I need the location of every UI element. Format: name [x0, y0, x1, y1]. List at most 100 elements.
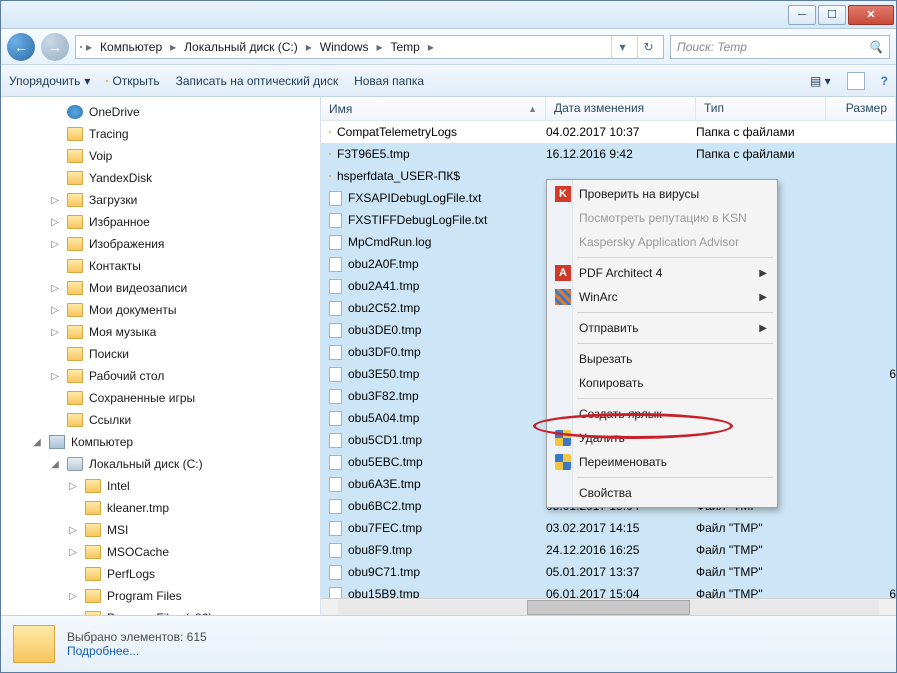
breadcrumb-seg[interactable]: Windows — [316, 38, 373, 56]
menu-item[interactable]: Переименовать — [549, 450, 775, 474]
file-row[interactable]: obu8F9.tmp24.12.2016 16:25Файл "TMP" — [321, 539, 896, 561]
organize-button[interactable]: Упорядочить ▾ — [9, 74, 90, 88]
menu-item[interactable]: Удалить — [549, 426, 775, 450]
tree-node[interactable]: YandexDisk — [29, 167, 320, 189]
chevron-down-icon: ▾ — [84, 74, 90, 88]
context-menu[interactable]: KПроверить на вирусыПосмотреть репутацию… — [546, 179, 778, 508]
refresh-button[interactable]: ↻ — [637, 36, 659, 58]
expand-icon[interactable]: ▷ — [67, 481, 79, 492]
search-input[interactable]: Поиск: Temp 🔍 — [670, 35, 890, 59]
tree-node[interactable]: ▷Моя музыка — [29, 321, 320, 343]
expand-icon[interactable]: ▷ — [49, 195, 61, 206]
tree-node[interactable]: ▷Рабочий стол — [29, 365, 320, 387]
tree-node[interactable]: ◢Локальный диск (C:) — [29, 453, 320, 475]
expand-icon[interactable]: ▷ — [49, 371, 61, 382]
menu-item[interactable]: Свойства — [549, 481, 775, 505]
view-options-button[interactable]: ▤ ▾ — [810, 74, 831, 88]
expand-icon[interactable]: ▷ — [67, 547, 79, 558]
menu-item[interactable]: Отправить▶ — [549, 316, 775, 340]
tree-node[interactable]: ◢Компьютер — [29, 431, 320, 453]
col-size[interactable]: Размер — [826, 97, 896, 120]
expand-icon[interactable]: ▷ — [67, 591, 79, 602]
preview-pane-button[interactable] — [847, 72, 865, 90]
scroll-thumb[interactable] — [527, 600, 689, 615]
expand-icon[interactable]: ▷ — [49, 327, 61, 338]
expand-icon[interactable]: ▷ — [49, 217, 61, 228]
expand-icon[interactable]: ◢ — [31, 437, 43, 448]
menu-item[interactable]: Создать ярлык — [549, 402, 775, 426]
tree-node[interactable]: Tracing — [29, 123, 320, 145]
back-button[interactable]: ← — [7, 33, 35, 61]
tree-label: Сохраненные игры — [89, 391, 195, 405]
h-scrollbar[interactable] — [321, 598, 896, 615]
tree-label: PerfLogs — [107, 567, 155, 581]
tree-node[interactable]: kleaner.tmp — [29, 497, 320, 519]
menu-label: Удалить — [579, 431, 625, 445]
tree-node[interactable]: ▷MSOCache — [29, 541, 320, 563]
navbar: ← → ▸ Компьютер ▸ Локальный диск (C:) ▸ … — [1, 29, 896, 65]
tree-node[interactable]: Поиски — [29, 343, 320, 365]
chevron-right-icon[interactable]: ▸ — [376, 40, 382, 54]
tree-node[interactable]: Voip — [29, 145, 320, 167]
help-button[interactable]: ? — [881, 74, 888, 88]
expand-icon[interactable]: ◢ — [49, 459, 61, 470]
chevron-right-icon[interactable]: ▸ — [306, 40, 312, 54]
tree-node[interactable]: ▷Загрузки — [29, 189, 320, 211]
status-more-link[interactable]: Подробнее... — [67, 644, 207, 658]
tree-node[interactable]: ▷Мои документы — [29, 299, 320, 321]
new-folder-button[interactable]: Новая папка — [354, 74, 424, 88]
tree-node[interactable]: ▷MSI — [29, 519, 320, 541]
forward-button[interactable]: → — [41, 33, 69, 61]
file-icon — [329, 543, 342, 558]
column-headers[interactable]: Имя▲ Дата изменения Тип Размер — [321, 97, 896, 121]
col-name[interactable]: Имя▲ — [321, 97, 546, 120]
expand-icon[interactable]: ▷ — [49, 239, 61, 250]
file-row[interactable]: obu15B9.tmp06.01.2017 15:04Файл "TMP"6 — [321, 583, 896, 598]
file-row[interactable]: CompatTelemetryLogs04.02.2017 10:37Папка… — [321, 121, 896, 143]
burn-button[interactable]: Записать на оптический диск — [176, 74, 339, 88]
tree-node[interactable]: ▷Program Files (x86) — [29, 607, 320, 615]
menu-item[interactable]: APDF Architect 4▶ — [549, 261, 775, 285]
open-button[interactable]: Открыть — [106, 74, 159, 88]
close-button[interactable]: ✕ — [848, 5, 894, 25]
chevron-right-icon[interactable]: ▸ — [170, 40, 176, 54]
folder-icon — [329, 131, 331, 133]
file-row[interactable]: obu9C71.tmp05.01.2017 13:37Файл "TMP" — [321, 561, 896, 583]
minimize-button[interactable]: ─ — [788, 5, 816, 25]
addr-dropdown-button[interactable]: ▾ — [611, 36, 633, 58]
tree-node[interactable]: ▷Intel — [29, 475, 320, 497]
folder-tree[interactable]: OneDriveTracingVoipYandexDisk▷Загрузки▷И… — [1, 97, 321, 615]
chevron-right-icon[interactable]: ▸ — [86, 40, 92, 54]
tree-node[interactable]: PerfLogs — [29, 563, 320, 585]
col-date[interactable]: Дата изменения — [546, 97, 696, 120]
address-bar[interactable]: ▸ Компьютер ▸ Локальный диск (C:) ▸ Wind… — [75, 35, 664, 59]
file-row[interactable]: obu7FEC.tmp03.02.2017 14:15Файл "TMP" — [321, 517, 896, 539]
breadcrumb-seg[interactable]: Компьютер — [96, 38, 166, 56]
tree-node[interactable]: ▷Изображения — [29, 233, 320, 255]
menu-item[interactable]: KПроверить на вирусы — [549, 182, 775, 206]
expand-icon[interactable]: ▷ — [49, 305, 61, 316]
tree-node[interactable]: Ссылки — [29, 409, 320, 431]
tree-node[interactable]: ▷Мои видеозаписи — [29, 277, 320, 299]
menu-item[interactable]: Копировать — [549, 371, 775, 395]
kaspersky-icon: K — [555, 186, 571, 202]
tree-node[interactable]: ▷Program Files — [29, 585, 320, 607]
folder-icon — [85, 545, 101, 559]
breadcrumb-seg[interactable]: Temp — [386, 38, 423, 56]
menu-item[interactable]: WinArc▶ — [549, 285, 775, 309]
col-type[interactable]: Тип — [696, 97, 826, 120]
tree-node[interactable]: ▷Избранное — [29, 211, 320, 233]
expand-icon[interactable]: ▷ — [49, 283, 61, 294]
file-icon — [329, 367, 342, 382]
tree-node[interactable]: OneDrive — [29, 101, 320, 123]
expand-icon[interactable]: ▷ — [67, 613, 79, 616]
chevron-right-icon[interactable]: ▸ — [428, 40, 434, 54]
file-row[interactable]: F3T96E5.tmp16.12.2016 9:42Папка с файлам… — [321, 143, 896, 165]
folder-icon — [67, 171, 83, 185]
tree-node[interactable]: Сохраненные игры — [29, 387, 320, 409]
expand-icon[interactable]: ▷ — [67, 525, 79, 536]
tree-node[interactable]: Контакты — [29, 255, 320, 277]
breadcrumb-seg[interactable]: Локальный диск (C:) — [180, 38, 302, 56]
menu-item[interactable]: Вырезать — [549, 347, 775, 371]
maximize-button[interactable]: ☐ — [818, 5, 846, 25]
